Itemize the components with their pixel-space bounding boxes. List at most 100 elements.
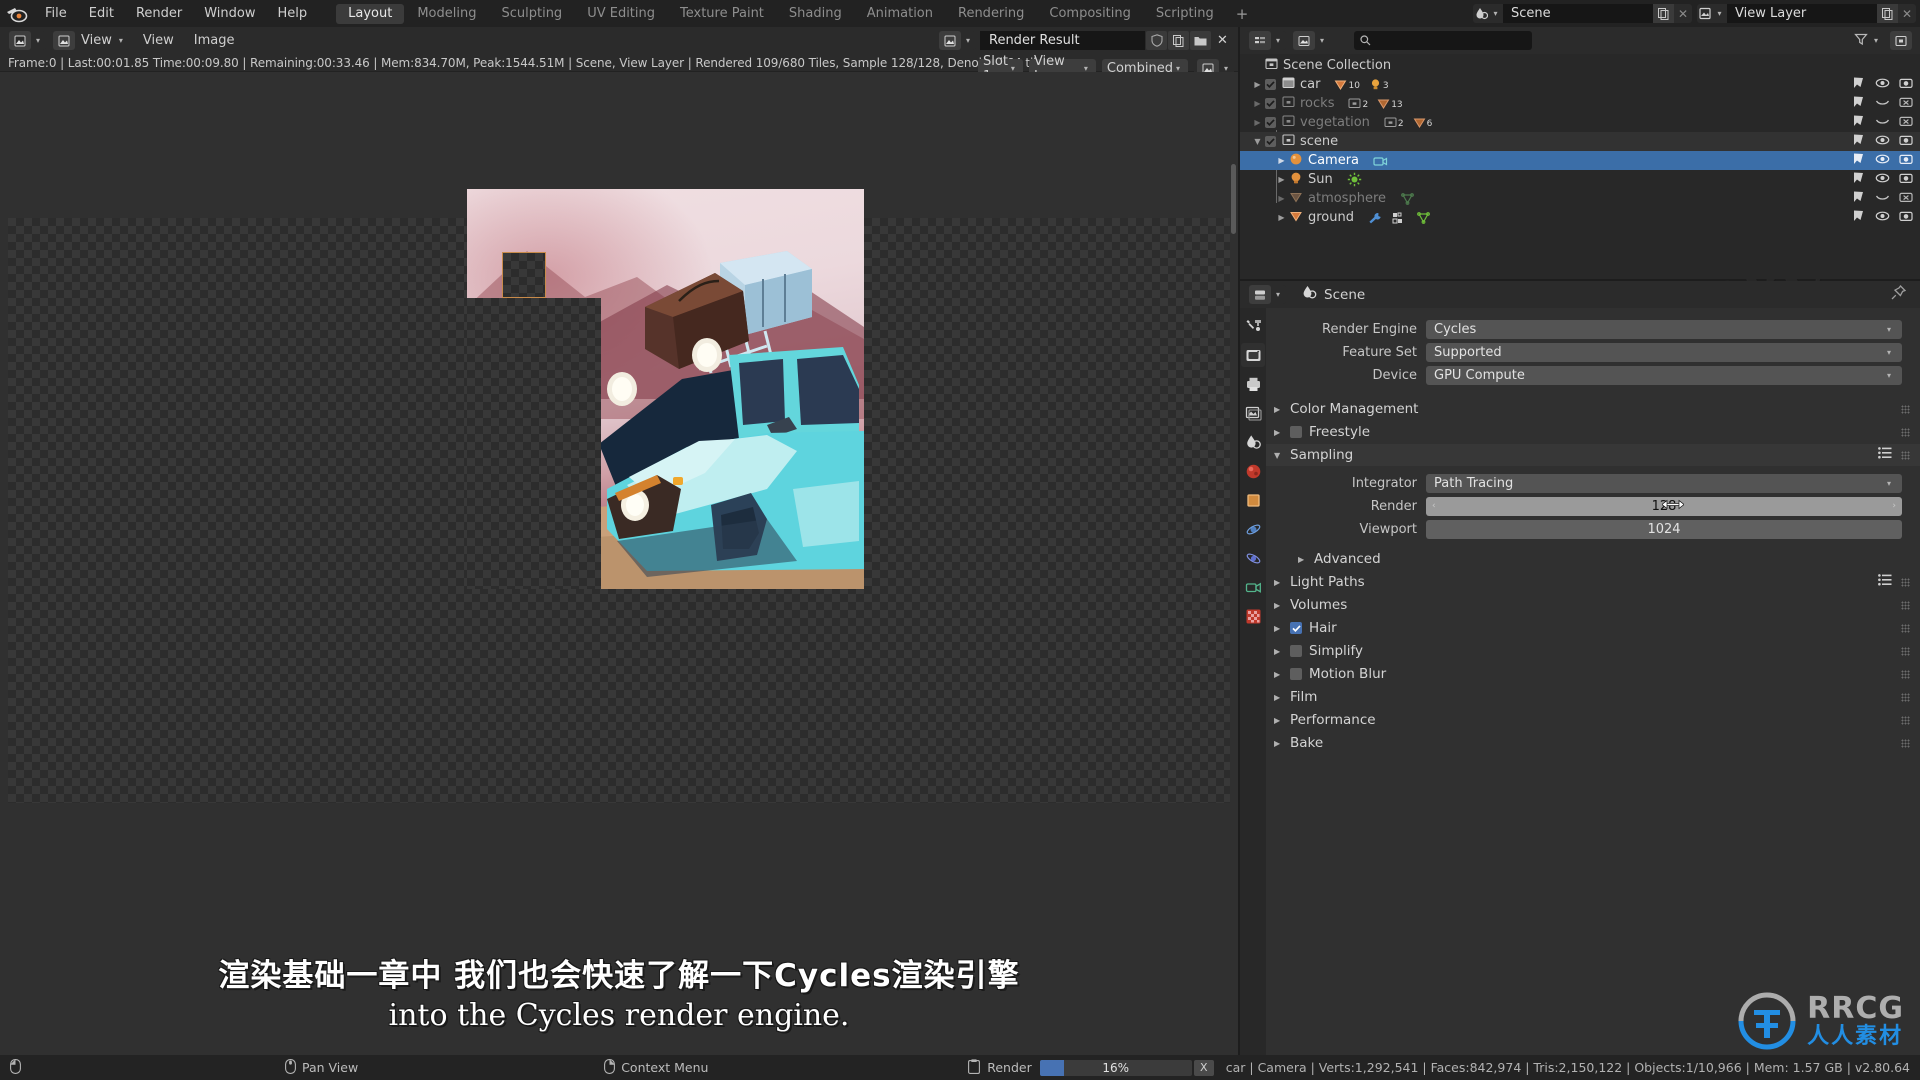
tab-animation[interactable]: Animation: [855, 4, 945, 24]
preset-list-icon[interactable]: [1878, 447, 1892, 463]
collection-enable-checkbox[interactable]: [1265, 98, 1276, 109]
image-editor-menu-view[interactable]: View: [133, 27, 184, 54]
view-mode-icon[interactable]: [53, 31, 76, 50]
image-editor-menu-image[interactable]: Image: [184, 27, 245, 54]
pin-id-icon[interactable]: [1891, 285, 1914, 304]
tab-texture-paint[interactable]: Texture Paint: [668, 4, 776, 24]
view-layer-name-field[interactable]: View Layer: [1727, 4, 1877, 23]
disclosure-triangle-icon[interactable]: ▶: [1274, 213, 1289, 222]
disclosure-triangle-icon[interactable]: ▶: [1274, 670, 1290, 679]
selectable-icon[interactable]: [1852, 133, 1866, 151]
panel-bake[interactable]: ▶ Bake: [1266, 732, 1920, 754]
disclosure-triangle-icon[interactable]: ▶: [1274, 194, 1289, 203]
tab-rendering[interactable]: Rendering: [946, 4, 1036, 24]
tab-output[interactable]: [1241, 372, 1265, 396]
image-editor-icon[interactable]: [9, 31, 31, 50]
disclosure-triangle-icon[interactable]: ▶: [1274, 739, 1290, 748]
panel-volumes[interactable]: ▶ Volumes: [1266, 594, 1920, 616]
panel-performance[interactable]: ▶ Performance: [1266, 709, 1920, 731]
panel-film[interactable]: ▶ Film: [1266, 686, 1920, 708]
tab-object-data[interactable]: [1241, 575, 1265, 599]
outliner-row-vegetation[interactable]: ▶ vegetation 2 6: [1240, 113, 1920, 132]
tab-scene[interactable]: [1241, 430, 1265, 454]
tab-render[interactable]: [1241, 343, 1265, 367]
selectable-icon[interactable]: [1852, 114, 1866, 132]
add-workspace-button[interactable]: +: [1227, 4, 1258, 24]
fake-user-icon[interactable]: [1146, 31, 1167, 50]
remove-view-layer-button[interactable]: ✕: [1898, 4, 1916, 23]
disclosure-triangle-icon[interactable]: ▶: [1274, 175, 1289, 184]
image-editor-mode-selector[interactable]: View ▾: [50, 31, 129, 50]
disclosure-triangle-icon[interactable]: ▶: [1274, 601, 1290, 610]
menu-render[interactable]: Render: [125, 0, 193, 27]
tab-world[interactable]: [1241, 459, 1265, 483]
cancel-render-button[interactable]: X: [1193, 1059, 1214, 1076]
tab-physics[interactable]: [1241, 517, 1265, 541]
outliner-icon[interactable]: [1249, 31, 1271, 50]
new-image-icon[interactable]: [1168, 31, 1189, 50]
selectable-icon[interactable]: [1852, 190, 1866, 208]
outliner-row-rocks[interactable]: ▶ rocks 2 13: [1240, 94, 1920, 113]
render-preview-image[interactable]: [467, 189, 864, 589]
close-image-icon[interactable]: ✕: [1212, 31, 1233, 50]
panel-motion-blur[interactable]: ▶ Motion Blur: [1266, 663, 1920, 685]
hair-checkbox[interactable]: [1290, 622, 1302, 634]
disclosure-triangle-icon[interactable]: ▶: [1250, 118, 1265, 127]
render-samples-field[interactable]: ‹ 128 ›: [1426, 496, 1902, 516]
preset-list-icon[interactable]: [1878, 574, 1892, 590]
simplify-checkbox[interactable]: [1290, 645, 1302, 657]
hide-in-viewport-icon[interactable]: [1875, 114, 1890, 132]
disable-in-renders-icon[interactable]: [1899, 95, 1914, 113]
disclosure-triangle-icon[interactable]: ▶: [1274, 693, 1290, 702]
outliner-row-camera[interactable]: ▶ Camera: [1240, 151, 1920, 170]
disable-in-renders-icon[interactable]: [1899, 76, 1914, 94]
collection-enable-checkbox[interactable]: [1265, 79, 1276, 90]
disclosure-triangle-icon[interactable]: ▶: [1274, 624, 1290, 633]
device-dropdown[interactable]: GPU Compute ▾: [1426, 365, 1902, 385]
hide-in-viewport-icon[interactable]: [1875, 171, 1890, 189]
disable-in-renders-icon[interactable]: [1899, 171, 1914, 189]
disclosure-triangle-icon[interactable]: ▶: [1274, 578, 1290, 587]
tab-tool[interactable]: [1241, 314, 1265, 338]
tab-compositing[interactable]: Compositing: [1037, 4, 1143, 24]
disclosure-triangle-icon[interactable]: ▶: [1274, 428, 1290, 437]
panel-sampling[interactable]: ▼ Sampling: [1266, 444, 1920, 466]
scene-selector[interactable]: ▾ Scene ✕: [1473, 4, 1692, 23]
new-collection-icon[interactable]: [1890, 31, 1912, 50]
panel-simplify[interactable]: ▶ Simplify: [1266, 640, 1920, 662]
panel-hair[interactable]: ▶ Hair: [1266, 617, 1920, 639]
disclosure-triangle-icon[interactable]: ▶: [1298, 555, 1314, 564]
selectable-icon[interactable]: [1852, 76, 1866, 94]
new-view-layer-button[interactable]: [1877, 4, 1898, 23]
increment-icon[interactable]: ›: [1892, 501, 1896, 511]
disclosure-triangle-icon[interactable]: ▶: [1274, 716, 1290, 725]
tab-constraints[interactable]: [1241, 546, 1265, 570]
disclosure-triangle-icon[interactable]: ▶: [1250, 80, 1265, 89]
view-layer-display-icon[interactable]: [1293, 31, 1316, 50]
feature-set-dropdown[interactable]: Supported ▾: [1426, 342, 1902, 362]
motion-blur-checkbox[interactable]: [1290, 668, 1302, 680]
scene-icon[interactable]: ▾: [1473, 4, 1503, 23]
menu-window[interactable]: Window: [193, 0, 266, 27]
editor-type-selector[interactable]: ▾: [6, 31, 47, 50]
outliner-filter-field[interactable]: [1376, 33, 1527, 48]
hide-in-viewport-icon[interactable]: [1875, 209, 1890, 227]
disable-in-renders-icon[interactable]: [1899, 152, 1914, 170]
selectable-icon[interactable]: [1852, 209, 1866, 227]
tab-sculpting[interactable]: Sculpting: [489, 4, 574, 24]
view-layer-icon[interactable]: ▾: [1697, 4, 1727, 23]
image-editor-canvas[interactable]: 渲染基础一章中 我们也会快速了解一下Cycles渲染引擎 into the Cy…: [0, 72, 1238, 1055]
disclosure-triangle-icon[interactable]: ▼: [1274, 451, 1290, 460]
tab-material[interactable]: [1241, 604, 1265, 628]
freestyle-checkbox[interactable]: [1290, 426, 1302, 438]
outliner-row-scene-collection[interactable]: Scene Collection: [1240, 56, 1920, 75]
scene-name-field[interactable]: Scene: [1503, 4, 1653, 23]
hide-in-viewport-icon[interactable]: [1875, 95, 1890, 113]
image-data-icon[interactable]: [938, 31, 961, 50]
outliner-row-scene[interactable]: ▼ scene: [1240, 132, 1920, 151]
collection-enable-checkbox[interactable]: [1265, 117, 1276, 128]
disclosure-triangle-icon[interactable]: ▶: [1250, 99, 1265, 108]
integrator-dropdown[interactable]: Path Tracing ▾: [1426, 473, 1902, 493]
disable-in-renders-icon[interactable]: [1899, 209, 1914, 227]
tab-scripting[interactable]: Scripting: [1144, 4, 1226, 24]
